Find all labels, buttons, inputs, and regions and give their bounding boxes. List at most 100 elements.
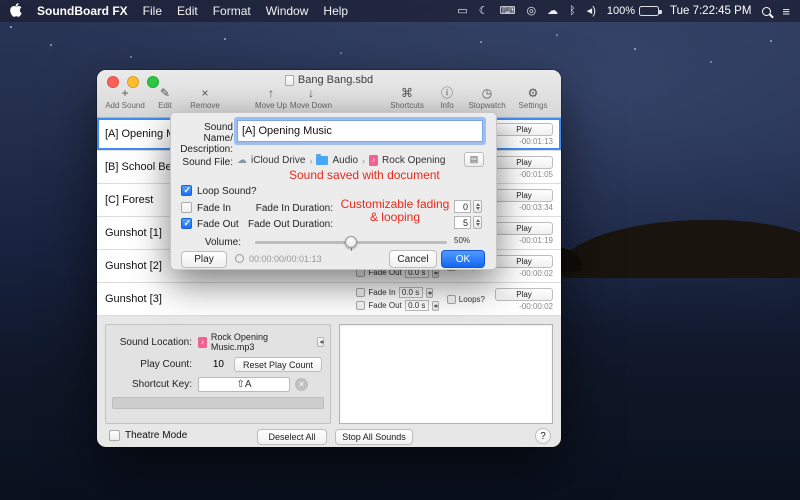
shortcut-key-label: Shortcut Key: xyxy=(112,379,192,390)
fade-out-duration-label: Fade Out Duration: xyxy=(237,219,333,230)
menu-format[interactable]: Format xyxy=(213,4,251,18)
remove-button[interactable]: × Remove xyxy=(185,86,225,110)
shortcuts-button[interactable]: ⌘ Shortcuts xyxy=(387,86,427,110)
theatre-mode-checkbox[interactable] xyxy=(109,430,120,441)
reset-play-count-button[interactable]: Reset Play Count xyxy=(234,357,322,372)
notes-text-area[interactable] xyxy=(339,324,553,424)
keyboard-icon[interactable]: ⌨ xyxy=(500,6,516,17)
app-menu-title[interactable]: SoundBoard FX xyxy=(37,4,128,18)
stopwatch-button[interactable]: ◷ Stopwatch xyxy=(467,86,507,110)
stop-all-sounds-button[interactable]: Stop All Sounds xyxy=(335,429,413,445)
bluetooth-icon[interactable]: ᛒ xyxy=(569,6,576,17)
volume-slider[interactable] xyxy=(255,241,447,244)
fade-out-duration-field[interactable]: 5 xyxy=(454,216,471,229)
spotlight-search-icon[interactable] xyxy=(762,7,771,16)
desktop: SoundBoard FX File Edit Format Window He… xyxy=(0,0,800,500)
volume-slider-knob[interactable] xyxy=(345,236,357,248)
menu-file[interactable]: File xyxy=(143,4,162,18)
sound-location-label: Sound Location: xyxy=(112,337,192,348)
disabled-field-bar xyxy=(112,397,324,409)
fade-in-duration-field[interactable]: 0.0 s xyxy=(399,287,423,298)
pencil-icon: ✎ xyxy=(160,86,170,101)
info-button[interactable]: ⓘ Info xyxy=(427,86,467,110)
breadcrumb-folder: Audio xyxy=(332,155,358,166)
play-button[interactable]: Play xyxy=(495,222,553,235)
sound-edit-dialog: Sound Name/ Description: Sound File: ☁ i… xyxy=(170,112,497,270)
breadcrumb-file: Rock Opening xyxy=(382,155,445,166)
arrow-up-icon: ↑ xyxy=(268,86,274,101)
command-icon: ⌘ xyxy=(401,86,413,101)
volume-icon[interactable]: ◂) xyxy=(587,6,596,17)
stopwatch-icon: ◷ xyxy=(482,86,492,101)
fade-out-stepper[interactable] xyxy=(432,301,439,311)
clear-shortcut-button[interactable]: ✕ xyxy=(295,378,308,391)
fade-in-stepper[interactable] xyxy=(473,200,482,213)
settings-button[interactable]: ⚙ Settings xyxy=(513,86,553,110)
fade-out-stepper[interactable] xyxy=(473,216,482,229)
play-button[interactable]: Play xyxy=(495,123,553,136)
play-button[interactable]: Play xyxy=(495,255,553,268)
fade-out-label: Fade Out xyxy=(368,301,401,310)
document-icon xyxy=(285,75,294,86)
remaining-time: -00:01:19 xyxy=(519,236,553,245)
file-path-breadcrumb[interactable]: ☁ iCloud Drive › Audio › ♪ Rock Opening xyxy=(237,153,445,168)
loops-checkbox[interactable] xyxy=(447,295,456,304)
theatre-mode-toggle[interactable]: Theatre Mode xyxy=(109,430,187,441)
cancel-button[interactable]: Cancel xyxy=(389,250,437,268)
screen-mirroring-icon[interactable]: ▭ xyxy=(457,6,467,17)
remaining-time: -00:01:05 xyxy=(519,170,553,179)
play-button[interactable]: Play xyxy=(495,288,553,301)
battery-status[interactable]: 100% xyxy=(607,5,659,17)
theatre-mode-label: Theatre Mode xyxy=(125,430,187,441)
status-icons: ▭ ☾ ⌨ ◎ ☁ ᛒ ◂) 100% Tue 7:22:45 PM ≡ xyxy=(457,5,790,18)
menu-bar-clock[interactable]: Tue 7:22:45 PM xyxy=(670,5,751,17)
fade-in-stepper[interactable] xyxy=(426,288,433,298)
deselect-all-button[interactable]: Deselect All xyxy=(257,429,327,445)
menu-edit[interactable]: Edit xyxy=(177,4,198,18)
window-chrome: Bang Bang.sbd + Add Sound ✎ Edit × Remov… xyxy=(97,70,561,118)
play-button[interactable]: Play xyxy=(495,189,553,202)
fade-in-checkbox[interactable] xyxy=(356,288,365,297)
fade-in-checkbox[interactable] xyxy=(181,202,192,213)
notification-center-icon[interactable]: ≡ xyxy=(782,5,790,18)
loop-sound-checkbox[interactable] xyxy=(181,185,192,196)
toolbar: + Add Sound ✎ Edit × Remove ↑ Mo xyxy=(105,86,553,110)
screen-record-icon[interactable]: ◎ xyxy=(526,6,536,17)
move-up-button[interactable]: ↑ Move Up xyxy=(251,86,291,110)
sound-name-input[interactable] xyxy=(237,120,483,142)
fade-out-checkbox[interactable] xyxy=(181,218,192,229)
file-actions-button[interactable]: ▤ xyxy=(464,152,484,167)
do-not-disturb-icon[interactable]: ☾ xyxy=(479,6,489,17)
remaining-time: -00:00:02 xyxy=(519,302,553,311)
help-button[interactable]: ? xyxy=(535,428,551,444)
preview-play-button[interactable]: Play xyxy=(181,251,227,268)
row-controls: Fade In0.0 s Fade Out0.0 s Loops? Play-0… xyxy=(356,287,553,311)
menu-help[interactable]: Help xyxy=(323,4,348,18)
fade-in-duration-field[interactable]: 0 xyxy=(454,200,471,213)
play-button[interactable]: Play xyxy=(495,156,553,169)
fade-in-duration-label: Fade In Duration: xyxy=(237,203,333,214)
play-count-value: 10 xyxy=(198,359,224,370)
arrow-down-icon: ↓ xyxy=(308,86,314,101)
move-down-button[interactable]: ↓ Move Down xyxy=(291,86,331,110)
toolbar-move-group: ↑ Move Up ↓ Move Down xyxy=(251,86,331,110)
add-sound-button[interactable]: + Add Sound xyxy=(105,86,145,110)
apple-menu-icon[interactable] xyxy=(10,3,22,20)
ok-button[interactable]: OK xyxy=(441,250,485,268)
icloud-icon: ☁ xyxy=(237,155,247,166)
edit-button[interactable]: ✎ Edit xyxy=(145,86,185,110)
sound-location-popup-arrows[interactable] xyxy=(317,337,324,347)
sound-location-popup[interactable]: ♪ Rock Opening Music.mp3 xyxy=(198,332,324,352)
volume-label: Volume: xyxy=(181,237,241,248)
shortcut-key-field[interactable]: ⇧A xyxy=(198,377,290,392)
fade-out-checkbox[interactable] xyxy=(356,301,365,310)
fade-in-label: Fade In xyxy=(197,203,231,214)
fade-out-duration-field[interactable]: 0.0 s xyxy=(405,300,429,311)
cloud-icon[interactable]: ☁ xyxy=(547,6,558,17)
toolbar-settings-group: ⚙ Settings xyxy=(513,86,553,110)
menu-bar: SoundBoard FX File Edit Format Window He… xyxy=(0,0,800,22)
list-item[interactable]: Gunshot [3] Fade In0.0 s Fade Out0.0 s L… xyxy=(97,283,561,316)
menu-window[interactable]: Window xyxy=(266,4,309,18)
remaining-time: -00:01:13 xyxy=(519,137,553,146)
sound-name-label: Sound Name/ Description: xyxy=(173,122,233,155)
